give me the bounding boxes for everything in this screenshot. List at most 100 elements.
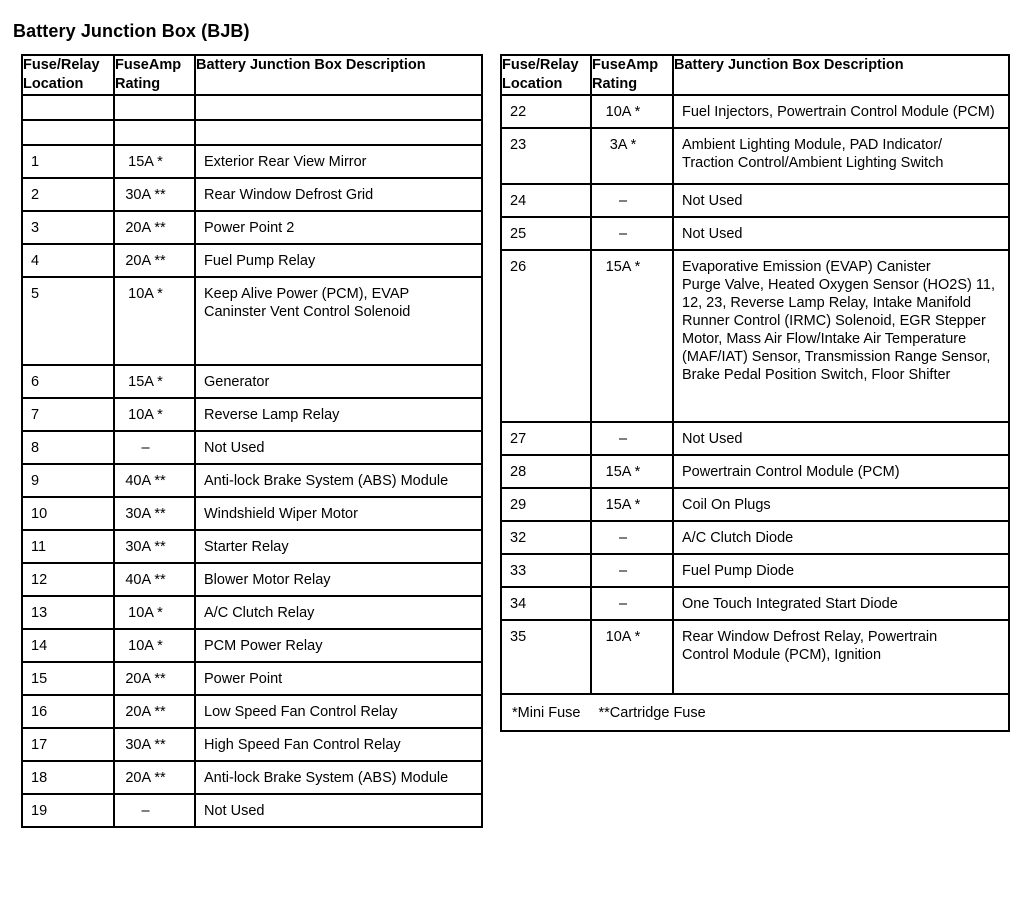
table-row: 6 15A * Generator [21, 364, 483, 399]
column-header-location: Fuse/Relay Location [21, 54, 115, 96]
table-row: 7 10A * Reverse Lamp Relay [21, 397, 483, 432]
table-row [21, 94, 483, 121]
fuse-amp-rating: – [618, 563, 628, 579]
fuse-description: Reverse Lamp Relay [204, 407, 340, 423]
fuse-location: 27 [510, 431, 527, 447]
fuse-amp-rating: 30A ** [125, 187, 166, 203]
fuse-amp-rating: 20A ** [125, 704, 166, 720]
legend-mini-fuse: *Mini Fuse [512, 705, 581, 721]
table-row: 12 40A ** Blower Motor Relay [21, 562, 483, 597]
fuse-location: 19 [31, 803, 48, 819]
fuse-description: High Speed Fan Control Relay [204, 737, 401, 753]
table-row: 5 10A * Keep Alive Power (PCM), EVAP Canin… [21, 276, 483, 366]
fuse-description: Powertrain Control Module (PCM) [682, 464, 900, 480]
table-row: 22 10A * Fuel Injectors, Powertrain Contro… [500, 94, 1010, 129]
table-row: 3 20A ** Power Point 2 [21, 210, 483, 245]
fuse-amp-rating: 15A * [605, 497, 641, 513]
fuse-amp-rating: – [618, 431, 628, 447]
table-row: 10 30A ** Windshield Wiper Motor [21, 496, 483, 531]
table-row: 33 – Fuel Pump Diode [500, 553, 1010, 588]
fuse-location: 28 [510, 464, 527, 480]
fuse-location [23, 121, 113, 134]
bjb-fuse-table-right: Fuse/Relay Location FuseAmp Rating Batte… [500, 54, 1010, 732]
fuse-description [196, 96, 481, 109]
table-row: 9 40A ** Anti-lock Brake System (ABS) Modu… [21, 463, 483, 498]
fuse-location: 15 [31, 671, 48, 687]
fuse-location: 9 [31, 473, 40, 489]
table-row: 13 10A * A/C Clutch Relay [21, 595, 483, 630]
fuse-amp-rating: 20A ** [125, 671, 166, 687]
column-header-amp-rating: FuseAmp Rating [590, 54, 674, 96]
fuse-location: 16 [31, 704, 48, 720]
table-row: 17 30A ** High Speed Fan Control Relay [21, 727, 483, 762]
fuse-location: 12 [31, 572, 48, 588]
table-row: 35 10A * Rear Window Defrost Relay, Powert… [500, 619, 1010, 695]
table-row: 32 – A/C Clutch Diode [500, 520, 1010, 555]
table-row: 2 30A ** Rear Window Defrost Grid [21, 177, 483, 212]
fuse-amp-rating: – [141, 440, 150, 456]
table-row: 25 – Not Used [500, 216, 1010, 251]
column-header-description: Battery Junction Box Description [194, 54, 483, 96]
fuse-amp-rating: 10A * [605, 629, 641, 645]
table-row: 4 20A ** Fuel Pump Relay [21, 243, 483, 278]
fuse-location: 34 [510, 596, 527, 612]
fuse-amp-rating: 15A * [128, 154, 163, 170]
fuse-amp-rating: 40A ** [125, 572, 166, 588]
fuse-description: Rear Window Defrost Relay, Powertrain Co… [682, 629, 938, 663]
fuse-description: Not Used [204, 803, 265, 819]
fuse-location: 1 [31, 154, 40, 170]
fuse-location: 5 [31, 286, 40, 302]
fuse-description: Keep Alive Power (PCM), EVAP Caninster V… [204, 286, 411, 320]
table-row: 18 20A ** Anti-lock Brake System (ABS) Mod… [21, 760, 483, 795]
fuse-amp-rating: 20A ** [125, 770, 166, 786]
fuse-description [196, 121, 481, 134]
fuse-amp-rating: – [618, 596, 628, 612]
table-row: 26 15A * Evaporative Emission (EVAP) Canis… [500, 249, 1010, 423]
table-header-row: Fuse/Relay Location FuseAmp Rating Batte… [500, 54, 1010, 96]
fuse-location: 33 [510, 563, 527, 579]
fuse-amp-rating: 10A * [128, 605, 163, 621]
table-row: 27 – Not Used [500, 421, 1010, 456]
page-title: Battery Junction Box (BJB) [13, 21, 250, 42]
column-header-amp-rating: FuseAmp Rating [113, 54, 196, 96]
fuse-amp-rating: – [618, 193, 628, 209]
fuse-location: 4 [31, 253, 40, 269]
table-row: 28 15A * Powertrain Control Module (PCM) [500, 454, 1010, 489]
fuse-location: 29 [510, 497, 527, 513]
right-table-body: 22 10A * Fuel Injectors, Powertrain Contro… [500, 94, 1010, 695]
table-row [21, 119, 483, 146]
fuse-description: Not Used [682, 193, 743, 209]
fuse-amp-rating: 15A * [605, 259, 641, 275]
bjb-fuse-table-left: Fuse/Relay Location FuseAmp Rating Batte… [21, 54, 483, 828]
fuse-description: Fuel Injectors, Powertrain Control Modul… [682, 104, 995, 120]
fuse-description: Anti-lock Brake System (ABS) Module [204, 770, 449, 786]
fuse-description: A/C Clutch Diode [682, 530, 794, 546]
table-header-row: Fuse/Relay Location FuseAmp Rating Batte… [21, 54, 483, 96]
fuse-description: Rear Window Defrost Grid [204, 187, 374, 203]
fuse-location: 32 [510, 530, 527, 546]
fuse-description: Coil On Plugs [682, 497, 771, 513]
fuse-description: Not Used [682, 431, 743, 447]
fuse-description: Ambient Lighting Module, PAD Indicator/ … [682, 137, 944, 171]
fuse-description: Fuel Pump Diode [682, 563, 795, 579]
fuse-amp-rating: 40A ** [125, 473, 166, 489]
table-row: 15 20A ** Power Point [21, 661, 483, 696]
table-row: 14 10A * PCM Power Relay [21, 628, 483, 663]
fuse-location: 2 [31, 187, 40, 203]
fuse-amp-rating: 30A ** [125, 737, 166, 753]
fuse-location: 11 [31, 539, 47, 555]
fuse-description: Fuel Pump Relay [204, 253, 316, 269]
table-row: 16 20A ** Low Speed Fan Control Relay [21, 694, 483, 729]
fuse-description: Power Point [204, 671, 283, 687]
fuse-description: Power Point 2 [204, 220, 295, 236]
fuse-amp-rating [115, 96, 194, 109]
footnote-row: *Mini Fuse **Cartridge Fuse [500, 693, 1010, 732]
fuse-location: 25 [510, 226, 527, 242]
fuse-location: 22 [510, 104, 527, 120]
fuse-description: Evaporative Emission (EVAP) Canister Pur… [682, 259, 995, 383]
table-row: 1 15A * Exterior Rear View Mirror [21, 144, 483, 179]
fuse-amp-rating: 30A ** [125, 539, 166, 555]
fuse-description: A/C Clutch Relay [204, 605, 315, 621]
table-row: 23 3A * Ambient Lighting Module, PAD Indic… [500, 127, 1010, 185]
fuse-description: Anti-lock Brake System (ABS) Module [204, 473, 449, 489]
